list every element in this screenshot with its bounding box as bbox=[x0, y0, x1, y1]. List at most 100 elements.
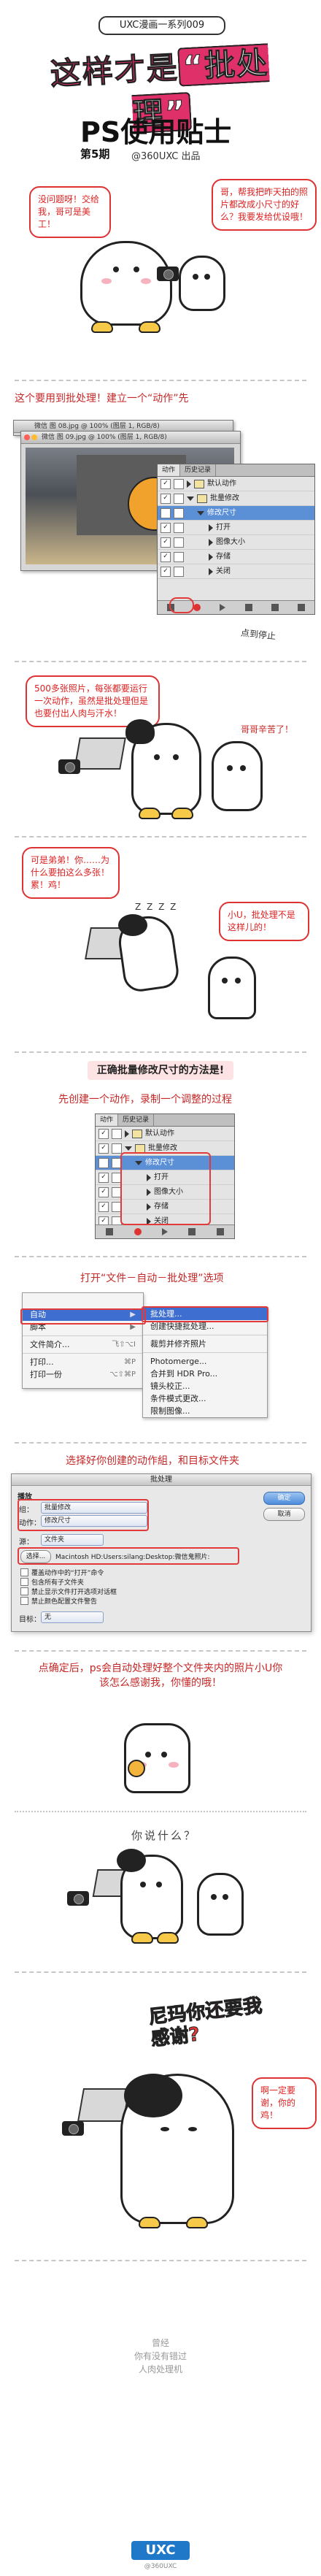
new-set-icon[interactable] bbox=[244, 604, 252, 611]
divider bbox=[15, 380, 306, 381]
set-highlight bbox=[18, 1499, 149, 1531]
episode-number: 第5期 bbox=[80, 147, 110, 161]
menu-item-fit-image[interactable]: 限制图像... bbox=[143, 1405, 267, 1417]
new-action-icon[interactable] bbox=[271, 604, 279, 611]
option-include-subfolders[interactable]: 包含所有子文件夹 bbox=[20, 1577, 117, 1587]
step-caption-2: 先创建一个动作，录制一个调整的过程 bbox=[58, 1094, 232, 1105]
options-list: 覆盖动作中的“打开”命令 包含所有子文件夹 禁止显示文件打开选项对话框 禁止颜色… bbox=[20, 1568, 117, 1606]
speech-bubble-left: 可是弟弟！你……为什么要拍这么多张！累！鸡！ bbox=[22, 847, 120, 899]
cancel-button[interactable]: 取消 bbox=[263, 1508, 305, 1521]
action-row[interactable]: ✓ 图像大小 bbox=[158, 535, 314, 550]
record-icon[interactable] bbox=[193, 604, 201, 611]
source-select[interactable]: 文件夹 bbox=[41, 1534, 104, 1546]
camera-icon bbox=[62, 2121, 84, 2136]
path-highlight bbox=[18, 1547, 239, 1565]
uxc-logo: UXC bbox=[131, 2541, 190, 2560]
action-row[interactable]: ✓ 批量修改 bbox=[158, 491, 314, 506]
action-row-selected[interactable]: ✓ 修改尺寸 bbox=[158, 506, 314, 521]
destination-select[interactable]: 无 bbox=[41, 1611, 104, 1623]
speech-bubble-right: 哥，帮我把昨天拍的照片都改成小尺寸的好么？我要发给优设哦！ bbox=[212, 179, 317, 231]
new-set-icon[interactable] bbox=[188, 1228, 196, 1235]
character-feet bbox=[186, 2217, 208, 2228]
character-feet bbox=[171, 808, 193, 819]
camera-icon bbox=[58, 759, 80, 774]
divider bbox=[15, 2260, 306, 2261]
section-title: 正确批量修改尺寸的方法是! bbox=[88, 1061, 233, 1080]
character-ghost-small bbox=[179, 256, 225, 311]
page-subtitle: PS使用贴士 bbox=[80, 116, 232, 148]
copyright: @360UXC bbox=[144, 2563, 177, 2570]
menu-item-hdr[interactable]: 合并到 HDR Pro... bbox=[143, 1368, 267, 1380]
trash-icon[interactable] bbox=[297, 604, 305, 611]
minimize-icon[interactable] bbox=[31, 434, 37, 440]
credit-text: @360UXC 出品 bbox=[131, 151, 201, 162]
option-override-open[interactable]: 覆盖动作中的“打开”命令 bbox=[20, 1568, 117, 1577]
divider bbox=[15, 1811, 306, 1812]
actions-panel: 动作 历史记录 ✓ 默认动作 ✓ 批量修改 ✓ 修改尺寸 ✓ 打开 ✓ 图像大小 ✓ 存储 … bbox=[157, 464, 315, 615]
actions-panel-footer bbox=[96, 1224, 234, 1238]
menu-item-conditional-mode[interactable]: 条件模式更改... bbox=[143, 1392, 267, 1405]
character-ghost-small bbox=[208, 957, 256, 1019]
menu-item-crop-straighten[interactable]: 裁剪并修齐照片 bbox=[143, 1338, 267, 1350]
divider bbox=[15, 1256, 306, 1257]
menu-item-file-info[interactable]: 文件简介... 飞⇧⌥I bbox=[23, 1338, 143, 1351]
page-title-text: 这样才是 bbox=[49, 49, 180, 92]
camera-icon bbox=[67, 1891, 89, 1906]
character-feet bbox=[139, 2217, 160, 2228]
tab-history[interactable]: 历史记录 bbox=[118, 1114, 155, 1126]
character-feet bbox=[157, 1932, 179, 1944]
option-suppress-warnings[interactable]: 禁止颜色配置文件警告 bbox=[20, 1596, 117, 1606]
tab-actions[interactable]: 动作 bbox=[96, 1114, 119, 1126]
menu-highlight bbox=[142, 1306, 268, 1322]
menu-item-lens-correction[interactable]: 镜头校正... bbox=[143, 1380, 267, 1392]
messy-hair bbox=[124, 2074, 182, 2117]
option-suppress-dialogs[interactable]: 禁止显示文件打开选项对话框 bbox=[20, 1587, 117, 1596]
speech-bubble-left: 没问题呀！交给我，哥可是美工！ bbox=[29, 186, 111, 238]
file-menu: 自动 ▶ 脚本 ▶ 文件简介... 飞⇧⌥I 打印... ⌘P 打印一份 ⌥⇧⌘P bbox=[22, 1292, 144, 1389]
batch-dialog: 批处理 播放 组： 批量修改 动作： 修改尺寸 源： 文件夹 选择... Mac… bbox=[11, 1473, 312, 1632]
action-row[interactable]: ✓ 默认动作 bbox=[96, 1127, 234, 1141]
character-ghost-small bbox=[212, 741, 263, 811]
hand-note: 点到停止 bbox=[240, 627, 276, 642]
divider bbox=[15, 1650, 306, 1652]
action-row[interactable]: ✓ 关闭 bbox=[158, 564, 314, 579]
series-tag: UXC漫画一系列009 bbox=[98, 16, 225, 35]
play-icon[interactable] bbox=[220, 604, 226, 611]
shout-text: 尼玛你还要我感谢? bbox=[147, 1995, 263, 2051]
play-icon[interactable] bbox=[161, 1228, 168, 1235]
close-icon[interactable] bbox=[24, 434, 30, 440]
menu-item-print-one[interactable]: 打印一份 ⌥⇧⌘P bbox=[23, 1368, 143, 1381]
menu-item-print[interactable]: 打印... ⌘P bbox=[23, 1356, 143, 1368]
record-icon[interactable] bbox=[134, 1228, 142, 1235]
step-caption-1: 这个要用到批处理！建立一个“动作”先 bbox=[15, 393, 189, 405]
action-row[interactable]: ✓ 打开 bbox=[158, 521, 314, 535]
reply-text: 哥哥辛苦了！ bbox=[241, 724, 294, 735]
character-feet bbox=[91, 321, 113, 333]
dialog-title: 批处理 bbox=[12, 1474, 311, 1486]
ok-button[interactable]: 确定 bbox=[263, 1492, 305, 1505]
question-text: 你说什么？ bbox=[131, 1829, 198, 1842]
tab-actions[interactable]: 动作 bbox=[158, 464, 181, 476]
divider bbox=[15, 1442, 306, 1444]
tab-history[interactable]: 历史记录 bbox=[180, 464, 217, 476]
stop-icon[interactable] bbox=[106, 1228, 114, 1235]
trash-icon[interactable] bbox=[216, 1228, 224, 1235]
messy-hair bbox=[125, 719, 155, 744]
source-label: 源： bbox=[19, 1538, 34, 1546]
menu-highlight bbox=[20, 1308, 146, 1325]
footer-line: 你有没有错过 bbox=[134, 2351, 187, 2361]
speech-bubble-right: 小U，批处理不是这样儿的！ bbox=[219, 902, 309, 941]
speech-bubble-right: 啊一定要谢，你的鸡！ bbox=[252, 2077, 317, 2129]
automate-submenu: 批处理... 创建快捷批处理... 裁剪并修齐照片 Photomerge... … bbox=[142, 1307, 268, 1418]
messy-hair bbox=[118, 914, 147, 936]
divider bbox=[15, 1971, 306, 1973]
character-ghost-big bbox=[80, 241, 172, 326]
sleep-text: Z Z Z Z bbox=[135, 902, 178, 912]
camera-icon bbox=[157, 267, 179, 281]
action-highlight bbox=[120, 1152, 211, 1225]
step-caption-5: 点确定后，ps会自动处理好整个文件夹内的照片小U你该怎么感谢我，你懂的哦！ bbox=[38, 1663, 283, 1689]
action-row[interactable]: ✓ 存储 bbox=[158, 550, 314, 564]
divider bbox=[15, 1051, 306, 1053]
action-row[interactable]: ✓ 默认动作 bbox=[158, 477, 314, 491]
menu-item-photomerge[interactable]: Photomerge... bbox=[143, 1355, 267, 1368]
